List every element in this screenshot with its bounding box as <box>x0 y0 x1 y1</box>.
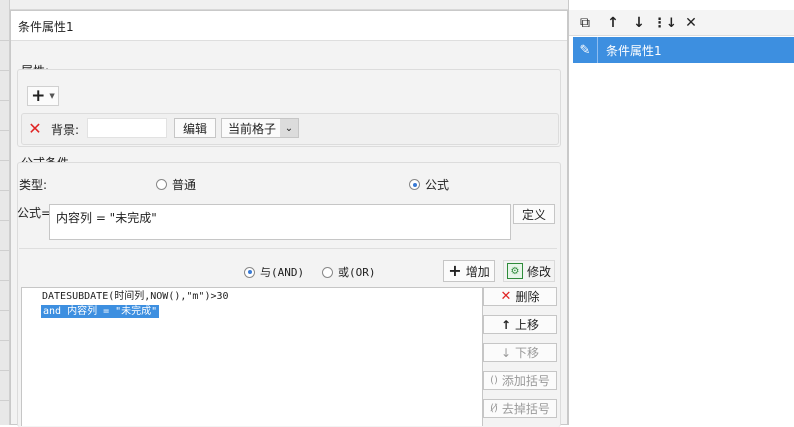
arrow-up-icon: ↑ <box>500 317 512 332</box>
define-button[interactable]: 定义 <box>513 204 555 224</box>
logic-or-label: 或(OR) <box>338 266 376 279</box>
formula-value: 内容列 = "未完成" <box>56 211 157 225</box>
scope-selected-value: 当前格子 <box>228 121 277 136</box>
panel-list-item-label: 条件属性1 <box>606 43 662 58</box>
add-bracket-label: 添加括号 <box>501 374 550 388</box>
panel-list-item[interactable]: ✎ 条件属性1 <box>573 37 794 63</box>
move-down-button[interactable]: ↓ 下移 <box>483 343 557 362</box>
type-radio-formula[interactable]: 公式 <box>409 176 449 193</box>
arrow-up-icon[interactable]: ↑ <box>603 13 623 33</box>
remove-bracket-button[interactable]: ()̸ 去掉括号 <box>483 399 557 418</box>
divider <box>19 248 557 249</box>
modify-condition-button[interactable]: ⚙ 修改 <box>503 260 555 282</box>
remove-attribute-icon[interactable]: ✕ <box>25 118 45 138</box>
type-label: 类型: <box>19 178 48 192</box>
edit-button[interactable]: 编辑 <box>174 118 216 138</box>
add-attribute-button[interactable]: + ▼ <box>27 86 59 106</box>
formula-label: 公式= <box>17 206 52 220</box>
logic-radio-or[interactable]: 或(OR) <box>322 264 376 280</box>
radio-icon <box>322 266 333 278</box>
type-formula-label: 公式 <box>425 178 450 192</box>
condition-list-panel: ⧉ ↑ ↓ ⋮↓ ✕ ✎ 条件属性1 <box>568 0 794 425</box>
radio-icon <box>156 179 167 190</box>
remove-bracket-label: 去掉括号 <box>501 402 550 416</box>
add-bracket-button[interactable]: () 添加括号 <box>483 371 557 390</box>
move-down-label: 下移 <box>515 346 540 360</box>
delete-button[interactable]: ✕ 删除 <box>483 287 557 306</box>
arrow-down-icon: ↓ <box>500 345 512 360</box>
dropdown-arrow-icon: ▼ <box>49 92 55 100</box>
condition-item-selected[interactable]: and 内容列 = "未完成" <box>41 305 160 318</box>
delete-icon: ✕ <box>500 289 512 304</box>
type-radio-normal[interactable]: 普通 <box>156 176 196 193</box>
chevron-down-icon: ⌄ <box>280 119 298 137</box>
condition-attribute-dialog: 条件属性1 属性: + ▼ ✕ 背景: 编辑 当前格子 ⌄ 公式条件 类型: 普… <box>10 10 568 427</box>
formula-input[interactable]: 内容列 = "未完成" <box>49 204 511 240</box>
delete-label: 删除 <box>515 290 540 304</box>
condition-item[interactable]: DATESUBDATE(时间列,NOW(),"m")>30 <box>42 290 229 304</box>
arrow-down-icon[interactable]: ↓ <box>629 13 649 33</box>
move-to-bottom-icon[interactable]: ⋮↓ <box>653 13 677 33</box>
remove-bracket-icon: ()̸ <box>490 403 498 414</box>
bracket-icon: () <box>490 375 498 386</box>
delete-icon[interactable]: ✕ <box>681 13 701 33</box>
move-up-button[interactable]: ↑ 上移 <box>483 315 557 334</box>
add-condition-label: 增加 <box>465 264 490 279</box>
dialog-title: 条件属性1 <box>11 11 567 41</box>
radio-selected-icon <box>244 266 255 278</box>
logic-radio-and[interactable]: 与(AND) <box>244 264 304 280</box>
pencil-icon: ✎ <box>573 37 598 63</box>
panel-toolbar: ⧉ ↑ ↓ ⋮↓ ✕ <box>569 10 794 36</box>
radio-selected-icon <box>409 179 420 190</box>
background-color-field[interactable] <box>87 118 167 138</box>
condition-list[interactable]: DATESUBDATE(时间列,NOW(),"m")>30 and 内容列 = … <box>21 287 483 426</box>
logic-and-label: 与(AND) <box>260 266 305 279</box>
modify-condition-label: 修改 <box>526 264 551 279</box>
scope-select[interactable]: 当前格子 ⌄ <box>221 118 299 138</box>
spreadsheet-row-strip <box>0 0 10 425</box>
move-up-label: 上移 <box>515 318 540 332</box>
modify-icon: ⚙ <box>506 263 523 279</box>
plus-icon: + <box>448 261 462 280</box>
add-condition-button[interactable]: + 增加 <box>443 260 495 282</box>
type-normal-label: 普通 <box>172 178 197 192</box>
copy-icon[interactable]: ⧉ <box>575 13 595 33</box>
background-label: 背景: <box>51 123 80 137</box>
plus-icon: + <box>31 85 46 106</box>
